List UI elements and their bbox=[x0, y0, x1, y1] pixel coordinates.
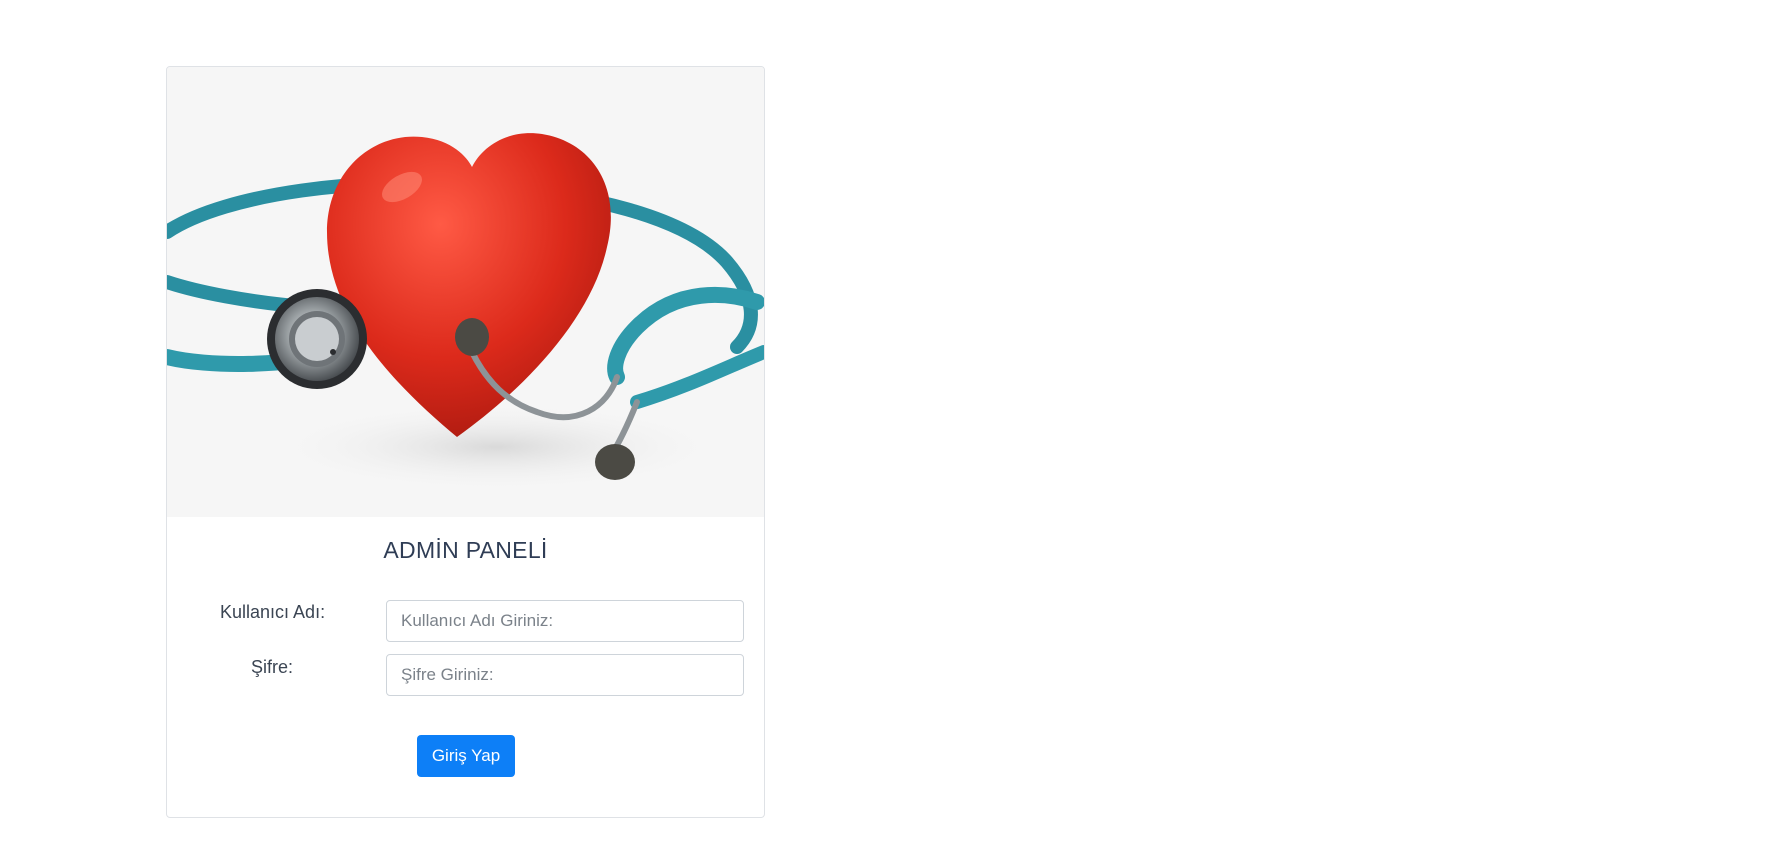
login-card: ADMİN PANELİ Kullanıcı Adı: Şifre: Giriş… bbox=[166, 66, 765, 818]
username-label: Kullanıcı Adı: bbox=[220, 602, 326, 622]
heart-stethoscope-image bbox=[167, 67, 764, 517]
login-button[interactable]: Giriş Yap bbox=[417, 735, 515, 777]
page-title: ADMİN PANELİ bbox=[383, 537, 548, 563]
password-label: Şifre: bbox=[251, 657, 294, 677]
username-input[interactable] bbox=[386, 600, 744, 642]
password-input[interactable] bbox=[386, 654, 744, 696]
shadow bbox=[267, 402, 727, 492]
